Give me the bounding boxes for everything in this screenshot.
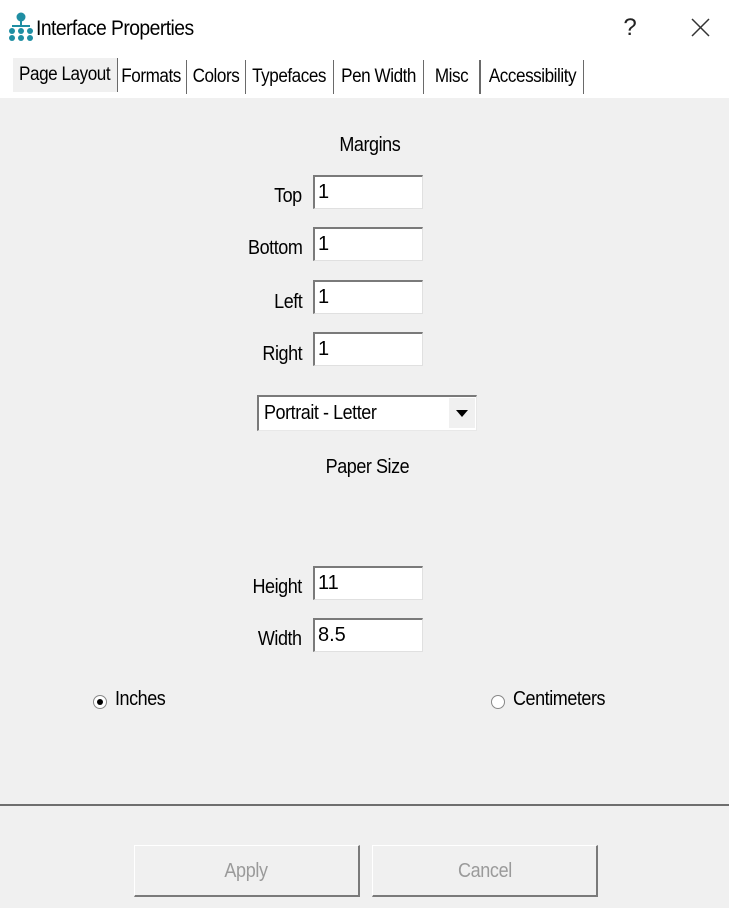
dropdown-arrow[interactable] xyxy=(448,398,475,428)
bottom-margin-input[interactable] xyxy=(313,227,423,261)
left-margin-label: Left xyxy=(273,291,303,313)
cancel-button[interactable]: Cancel xyxy=(372,845,598,897)
paper-size-heading: Paper Size xyxy=(325,456,410,478)
height-label: Height xyxy=(252,576,303,598)
tab-formats[interactable]: Formats xyxy=(117,60,187,94)
width-input[interactable] xyxy=(313,618,423,652)
left-margin-input[interactable] xyxy=(313,280,423,314)
top-margin-input[interactable] xyxy=(313,175,423,209)
paper-size-dropdown[interactable]: Portrait - Letter xyxy=(257,395,477,431)
tab-pen-width[interactable]: Pen Width xyxy=(334,60,424,94)
height-input[interactable] xyxy=(313,566,423,600)
tab-strip: Page Layout Formats Colors Typefaces Pen… xyxy=(0,56,729,99)
chevron-down-icon xyxy=(456,410,468,417)
bottom-margin-label: Bottom xyxy=(247,237,303,259)
right-margin-label: Right xyxy=(262,343,302,365)
tab-colors[interactable]: Colors xyxy=(187,60,246,94)
button-area xyxy=(0,806,729,908)
right-margin-input[interactable] xyxy=(313,332,423,366)
hierarchy-icon xyxy=(9,12,33,41)
tab-accessibility[interactable]: Accessibility xyxy=(480,60,584,94)
window-title: Interface Properties xyxy=(36,17,194,40)
centimeters-label[interactable]: Centimeters xyxy=(513,688,615,711)
margins-heading: Margins xyxy=(339,134,401,156)
centimeters-radio[interactable] xyxy=(491,695,505,709)
help-button[interactable]: ? xyxy=(615,12,645,44)
title-bar: Interface Properties ? xyxy=(0,0,729,56)
tab-misc[interactable]: Misc xyxy=(424,60,480,94)
apply-button[interactable]: Apply xyxy=(134,845,360,897)
top-margin-label: Top xyxy=(274,185,302,207)
width-label: Width xyxy=(258,628,302,650)
page-layout-panel: Margins Top Bottom Left Right Paper Size… xyxy=(0,98,729,804)
close-icon[interactable] xyxy=(682,10,718,46)
inches-radio[interactable] xyxy=(93,695,107,709)
tab-page-layout[interactable]: Page Layout xyxy=(12,58,118,92)
radio-selected-dot xyxy=(97,699,103,705)
inches-label[interactable]: Inches xyxy=(115,688,171,711)
paper-size-selected: Portrait - Letter xyxy=(264,402,377,424)
tab-typefaces[interactable]: Typefaces xyxy=(246,60,334,94)
